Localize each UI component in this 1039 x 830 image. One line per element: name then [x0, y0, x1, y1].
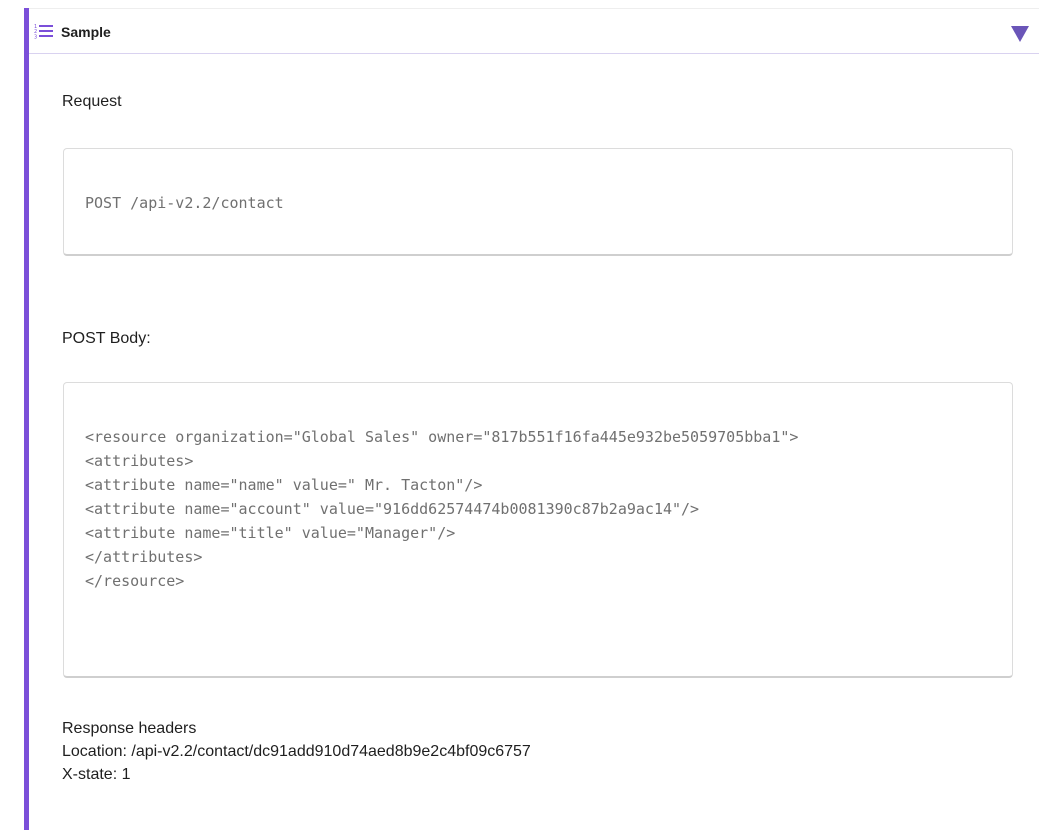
panel-header[interactable]: 1 2 3 Sample — [29, 8, 1039, 54]
code-line: <resource organization="Global Sales" ow… — [85, 428, 799, 446]
post-body-label: POST Body: — [62, 330, 151, 347]
code-line: <attribute name="account" value="916dd62… — [85, 500, 700, 518]
response-state: X-state: 1 — [62, 766, 131, 783]
response-headers-label: Response headers — [62, 720, 197, 737]
code-line: </resource> — [85, 572, 185, 590]
code-line: <attributes> — [85, 452, 194, 470]
code-line: </attributes> — [85, 548, 203, 566]
request-code-block: POST /api-v2.2/contact — [63, 148, 1013, 256]
sample-panel: 1 2 3 Sample Request POST /api-v2.2/cont… — [24, 8, 1039, 830]
response-location: Location: /api-v2.2/contact/dc91add910d7… — [62, 743, 531, 760]
numbered-list-icon: 1 2 3 — [34, 24, 53, 40]
triangle-down-icon[interactable] — [1011, 26, 1029, 42]
svg-text:3: 3 — [34, 35, 37, 40]
code-line: <attribute name="title" value="Manager"/… — [85, 524, 456, 542]
panel-title: Sample — [61, 24, 111, 40]
post-body-code-block: <resource organization="Global Sales" ow… — [63, 382, 1013, 678]
code-line: POST /api-v2.2/contact — [85, 194, 284, 212]
code-line: <attribute name="name" value=" Mr. Tacto… — [85, 476, 483, 494]
request-label: Request — [62, 93, 122, 110]
